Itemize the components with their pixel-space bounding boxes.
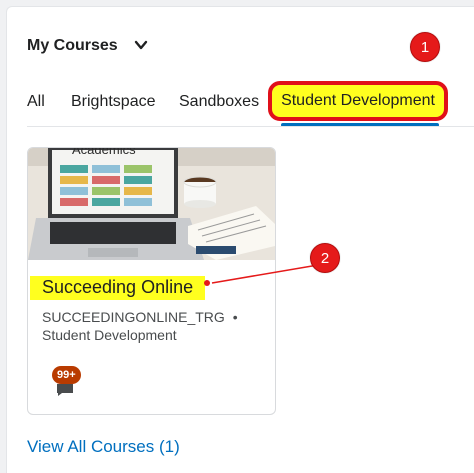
my-courses-widget: My Courses All Brightspace Sandboxes Stu…	[6, 6, 474, 473]
course-image[interactable]: Academics	[28, 148, 275, 260]
discussion-notification[interactable]: 99+	[52, 366, 92, 400]
tabs-divider	[27, 126, 474, 127]
course-tabs: All Brightspace Sandboxes Student Develo…	[7, 79, 474, 127]
course-department: Student Development	[42, 327, 177, 343]
tab-brightspace[interactable]: Brightspace	[71, 93, 156, 111]
notification-count-badge: 99+	[52, 366, 81, 384]
tab-sandboxes[interactable]: Sandboxes	[179, 93, 259, 111]
course-meta: SUCCEEDINGONLINE_TRG • Student Developme…	[42, 308, 262, 344]
chat-bubble-icon	[57, 384, 73, 396]
course-code: SUCCEEDINGONLINE_TRG	[42, 309, 225, 325]
tab-student-development[interactable]: Student Development	[268, 81, 448, 121]
screen-heading: Academics	[72, 148, 136, 157]
course-title[interactable]: Succeeding Online	[30, 276, 206, 300]
my-courses-header[interactable]: My Courses	[27, 37, 148, 55]
annotation-callout-2: 2	[310, 243, 340, 273]
widget-title: My Courses	[27, 37, 118, 54]
view-all-courses-link[interactable]: View All Courses (1)	[27, 437, 180, 457]
chevron-down-icon[interactable]	[134, 38, 148, 52]
annotation-callout-1: 1	[410, 32, 440, 62]
tab-all[interactable]: All	[27, 93, 45, 111]
meta-separator: •	[232, 309, 238, 325]
tab-student-development-label: Student Development	[281, 92, 435, 109]
course-card[interactable]: Academics Succeeding Online SUCCEEDINGON…	[27, 147, 276, 415]
